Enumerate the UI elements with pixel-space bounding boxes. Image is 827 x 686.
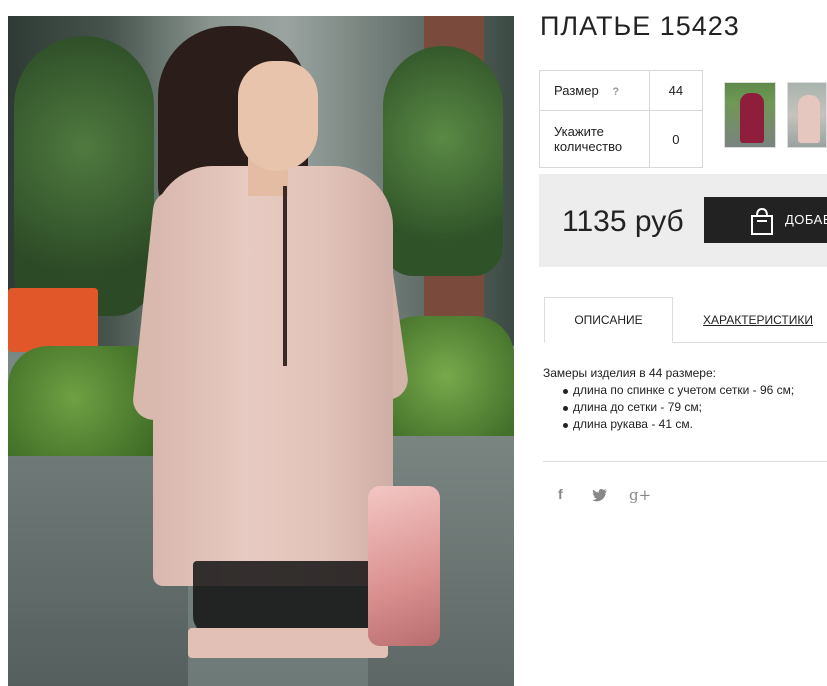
list-item: длина до сетки - 79 см; — [559, 399, 827, 416]
size-value[interactable]: 44 — [648, 70, 704, 111]
price-box: 1135 руб ДОБАВ — [539, 174, 827, 267]
list-item: длина по спинке с учетом сетки - 96 см; — [559, 382, 827, 399]
twitter-icon[interactable] — [592, 488, 608, 502]
description-list: длина по спинке с учетом сетки - 96 см; … — [559, 382, 827, 433]
facebook-icon[interactable]: f — [558, 486, 563, 502]
size-label-cell: Размер ? — [539, 70, 650, 111]
size-label: Размер — [554, 83, 599, 98]
tab-description[interactable]: ОПИСАНИЕ — [544, 297, 673, 343]
product-params-table: Размер ? 44 Укажите количество 0 — [539, 70, 704, 168]
product-tabs: ОПИСАНИЕ ХАРАКТЕРИСТИКИ — [544, 297, 827, 343]
product-description: Замеры изделия в 44 размере: длина по сп… — [543, 365, 827, 433]
bag-icon — [751, 207, 773, 235]
price-value: 1135 руб — [562, 205, 684, 238]
quantity-label: Укажите количество — [539, 110, 650, 168]
help-icon[interactable]: ? — [612, 86, 619, 98]
list-item: длина рукава - 41 см. — [559, 416, 827, 433]
google-plus-icon[interactable]: g+ — [629, 486, 651, 504]
thumbnail-pink-dress[interactable] — [787, 82, 827, 148]
description-intro: Замеры изделия в 44 размере: — [543, 366, 716, 380]
add-to-cart-label: ДОБАВ — [785, 212, 827, 227]
divider — [543, 461, 827, 462]
product-main-photo[interactable] — [8, 16, 514, 686]
add-to-cart-button[interactable]: ДОБАВ — [704, 197, 827, 243]
thumbnail-burgundy-dress[interactable] — [724, 82, 776, 148]
product-title: ПЛАТЬЕ 15423 — [540, 11, 740, 41]
tab-characteristics[interactable]: ХАРАКТЕРИСТИКИ — [688, 297, 827, 343]
quantity-input[interactable]: 0 — [648, 110, 704, 168]
